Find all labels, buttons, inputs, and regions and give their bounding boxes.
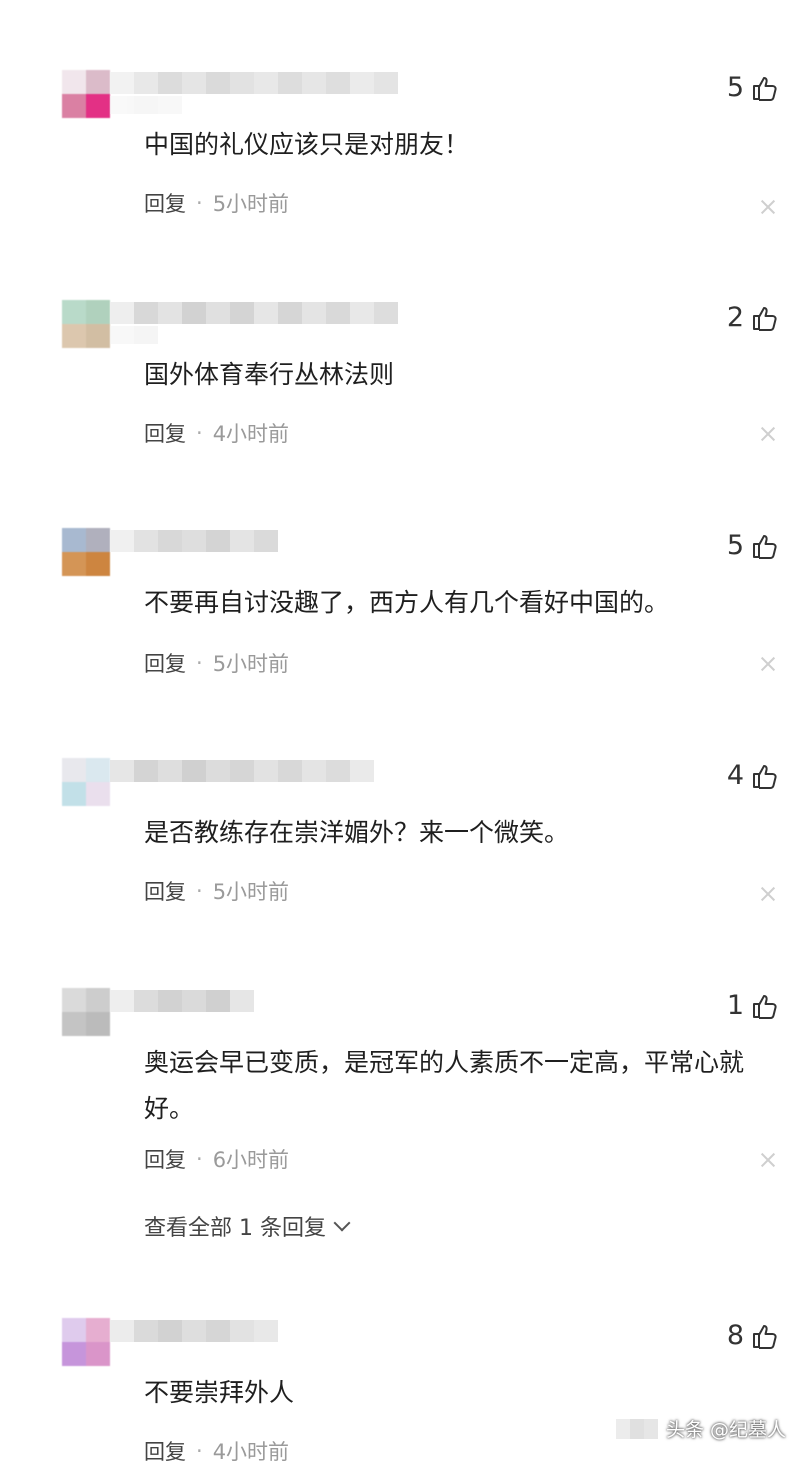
comment-text: 国外体育奉行丛林法则 <box>144 360 395 389</box>
like-button[interactable]: 5 <box>727 72 778 103</box>
comment-time: 6小时前 <box>212 1148 290 1172</box>
like-button[interactable]: 2 <box>727 302 778 333</box>
comment-text: 不要崇拜外人 <box>144 1378 295 1407</box>
username[interactable] <box>110 72 398 94</box>
like-count: 1 <box>726 990 744 1021</box>
comment-meta: 回复 · 5小时前 <box>144 648 289 678</box>
user-meta <box>110 96 182 114</box>
like-button[interactable]: 1 <box>727 990 778 1021</box>
meta-separator: · <box>196 651 203 675</box>
comment-meta: 回复 · 5小时前 <box>144 876 289 906</box>
like-button[interactable]: 4 <box>727 760 778 791</box>
meta-separator: · <box>196 1147 203 1171</box>
thumbs-up-icon <box>752 75 778 101</box>
close-icon[interactable] <box>760 1152 776 1168</box>
like-count: 4 <box>726 760 744 791</box>
username[interactable] <box>110 1320 278 1342</box>
comment-time: 4小时前 <box>212 422 290 446</box>
username[interactable] <box>110 990 254 1012</box>
reply-button[interactable]: 回复 <box>144 1144 186 1174</box>
avatar[interactable] <box>62 70 110 118</box>
comment-meta: 回复 · 5小时前 <box>144 188 289 218</box>
view-replies-label: 查看全部 1 条回复 <box>144 1216 326 1241</box>
comment-meta: 回复 · 4小时前 <box>144 1436 289 1466</box>
comment-text: 奥运会早已变质，是冠军的人素质不一定高，平常心就好。 <box>144 1048 745 1123</box>
thumbs-up-icon <box>752 763 778 789</box>
comment-text: 中国的礼仪应该只是对朋友！ <box>144 130 470 159</box>
avatar[interactable] <box>62 758 110 806</box>
avatar[interactable] <box>62 300 110 348</box>
username[interactable] <box>110 302 398 324</box>
thumbs-up-icon <box>752 993 778 1019</box>
user-meta <box>110 326 158 344</box>
comment-text: 不要再自讨没趣了，西方人有几个看好中国的。 <box>144 588 670 617</box>
like-count: 5 <box>726 72 744 103</box>
watermark: 头条 @纪墓人 <box>615 1415 786 1442</box>
thumbs-up-icon <box>752 1323 778 1349</box>
comment-text: 是否教练存在崇洋媚外？来一个微笑。 <box>144 818 570 847</box>
avatar[interactable] <box>62 528 110 576</box>
username[interactable] <box>110 530 278 552</box>
meta-separator: · <box>196 879 203 903</box>
like-count: 8 <box>726 1320 744 1351</box>
comment-meta: 回复 · 6小时前 <box>144 1144 289 1174</box>
close-icon[interactable] <box>760 426 776 442</box>
close-icon[interactable] <box>760 886 776 902</box>
view-all-replies-link[interactable]: 查看全部 1 条回复 <box>144 1210 351 1242</box>
watermark-text: 头条 @纪墓人 <box>665 1419 786 1441</box>
meta-separator: · <box>196 191 203 215</box>
close-icon[interactable] <box>760 199 776 215</box>
like-count: 5 <box>726 530 744 561</box>
comment-time: 5小时前 <box>212 880 290 904</box>
avatar[interactable] <box>62 1318 110 1366</box>
meta-separator: · <box>196 1439 203 1463</box>
thumbs-up-icon <box>752 533 778 559</box>
username[interactable] <box>110 760 374 782</box>
meta-separator: · <box>196 421 203 445</box>
comment-time: 5小时前 <box>212 192 290 216</box>
like-button[interactable]: 5 <box>727 530 778 561</box>
reply-button[interactable]: 回复 <box>144 188 186 218</box>
reply-button[interactable]: 回复 <box>144 876 186 906</box>
chevron-down-icon <box>333 1214 351 1232</box>
like-button[interactable]: 8 <box>727 1320 778 1351</box>
thumbs-up-icon <box>752 305 778 331</box>
reply-button[interactable]: 回复 <box>144 1436 186 1466</box>
comment-time: 5小时前 <box>212 652 290 676</box>
watermark-blur <box>615 1418 658 1439</box>
comment-meta: 回复 · 4小时前 <box>144 418 289 448</box>
avatar[interactable] <box>62 988 110 1036</box>
reply-button[interactable]: 回复 <box>144 418 186 448</box>
close-icon[interactable] <box>760 656 776 672</box>
comment-time: 4小时前 <box>212 1440 290 1464</box>
like-count: 2 <box>726 302 744 333</box>
reply-button[interactable]: 回复 <box>144 648 186 678</box>
